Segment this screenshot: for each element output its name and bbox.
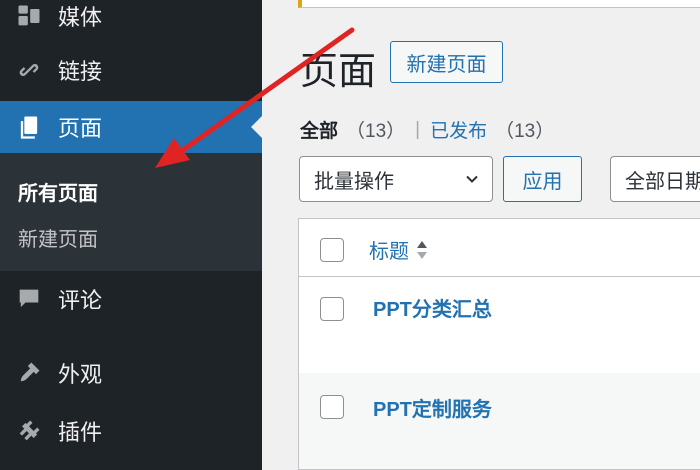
- pages-icon: [12, 110, 46, 144]
- pages-table: 标题 PPT分类汇总 PPT定制服务: [298, 218, 700, 470]
- filter-published-count: （13）: [495, 121, 555, 142]
- table-row: PPT分类汇总: [299, 277, 700, 373]
- bulk-actions-select[interactable]: 批量操作: [299, 156, 493, 202]
- date-filter-value: 全部日期: [625, 170, 700, 193]
- status-filter-links: 全部 （13） | 已发布 （13）: [300, 116, 554, 143]
- admin-notice: [298, 0, 700, 8]
- active-indicator: [251, 116, 262, 138]
- row-checkbox[interactable]: [320, 395, 344, 419]
- column-header-title[interactable]: 标题: [369, 235, 429, 264]
- comments-icon: [12, 282, 46, 316]
- chevron-down-icon: [466, 175, 478, 183]
- sidebar-item-pages[interactable]: 页面: [0, 101, 262, 153]
- sidebar-item-label: 页面: [58, 116, 103, 141]
- sidebar-item-links[interactable]: 链接: [0, 44, 262, 96]
- sidebar-item-label: 插件: [58, 420, 103, 445]
- media-icon: [12, 0, 46, 33]
- column-title-label: 标题: [369, 241, 409, 263]
- admin-sidebar: 媒体 链接 页面 所有页面 新建页面 评论 外观 插件: [0, 0, 262, 470]
- sort-icon: [417, 240, 427, 259]
- submenu-item-add-new[interactable]: 新建页面: [18, 223, 98, 252]
- sidebar-item-label: 评论: [58, 288, 103, 313]
- bulk-actions-value: 批量操作: [314, 170, 394, 193]
- date-filter-select[interactable]: 全部日期: [610, 156, 700, 202]
- filter-separator: |: [415, 118, 421, 140]
- select-all-checkbox[interactable]: [320, 238, 344, 262]
- plugins-icon: [12, 414, 46, 448]
- sidebar-item-comments[interactable]: 评论: [0, 273, 262, 325]
- page-title-link[interactable]: PPT定制服务: [373, 393, 492, 422]
- apply-button[interactable]: 应用: [503, 156, 582, 202]
- sidebar-item-appearance[interactable]: 外观: [0, 347, 262, 399]
- sidebar-item-media[interactable]: 媒体: [0, 0, 262, 42]
- page-title: 页面: [300, 51, 377, 93]
- sidebar-item-label: 媒体: [58, 5, 103, 30]
- filter-all[interactable]: 全部: [300, 116, 338, 143]
- page-title-link[interactable]: PPT分类汇总: [373, 293, 492, 322]
- add-new-page-button[interactable]: 新建页面: [390, 41, 503, 83]
- table-row: PPT定制服务: [299, 373, 700, 469]
- submenu-item-all-pages[interactable]: 所有页面: [18, 177, 98, 206]
- row-checkbox[interactable]: [320, 297, 344, 321]
- appearance-icon: [12, 356, 46, 390]
- sidebar-item-plugins[interactable]: 插件: [0, 405, 262, 457]
- main-content: 页面 新建页面 全部 （13） | 已发布 （13） 批量操作 应用 全部日期 …: [262, 0, 700, 470]
- link-icon: [12, 53, 46, 87]
- sidebar-item-label: 外观: [58, 362, 103, 387]
- filter-published[interactable]: 已发布: [430, 116, 487, 143]
- pages-submenu: 所有页面 新建页面: [0, 153, 262, 271]
- sidebar-item-label: 链接: [58, 59, 103, 84]
- filter-all-count: （13）: [346, 121, 406, 142]
- table-header: 标题: [299, 219, 700, 277]
